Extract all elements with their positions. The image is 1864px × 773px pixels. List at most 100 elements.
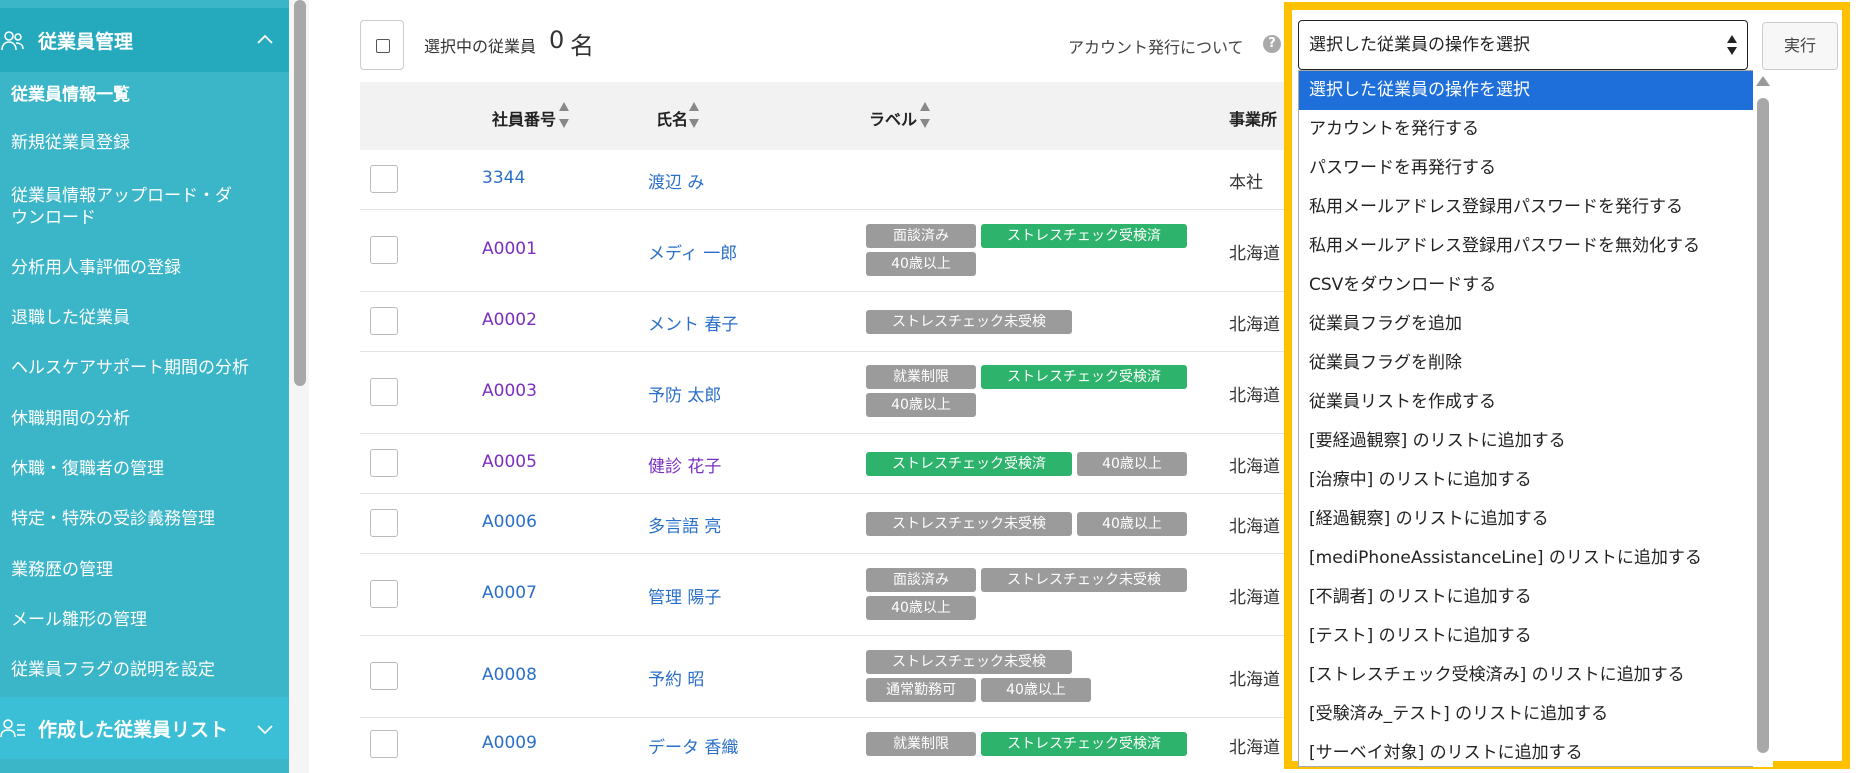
dropdown-option[interactable]: アカウントを発行する [1299, 110, 1754, 149]
employee-id-link[interactable]: A0001 [482, 239, 537, 259]
dropdown-option[interactable]: 選択した従業員の操作を選択 [1299, 71, 1754, 110]
sidebar-item-leave-management[interactable]: 休職・復職者の管理 [11, 458, 281, 480]
sidebar-item-healthcare-analysis[interactable]: ヘルスケアサポート期間の分析 [11, 357, 281, 379]
row-checkbox[interactable] [370, 378, 398, 406]
dropdown-option[interactable]: [受験済み_テスト] のリストに追加する [1299, 695, 1754, 734]
sidebar-item-leave-analysis[interactable]: 休職期間の分析 [11, 408, 281, 430]
label-badge: ストレスチェック受検済 [981, 224, 1187, 248]
row-checkbox[interactable] [370, 662, 398, 690]
employee-name-link[interactable]: メディ 一郎 [648, 239, 737, 264]
label-badge: 40歳以上 [981, 678, 1091, 702]
selected-count: 0 [549, 26, 565, 54]
dropdown-option[interactable]: [mediPhoneAssistanceLine] のリストに追加する [1299, 539, 1754, 578]
label-badge: ストレスチェック未受検 [981, 568, 1187, 592]
employee-name-link[interactable]: 予防 太郎 [648, 381, 721, 406]
scroll-up-arrow-icon[interactable] [1755, 74, 1771, 88]
dropdown-option[interactable]: 私用メールアドレス登録用パスワードを発行する [1299, 188, 1754, 227]
employee-id-link[interactable]: A0003 [482, 381, 537, 401]
office-cell: 北海道 [1229, 244, 1280, 264]
sidebar-section-created-lists[interactable]: 作成した従業員リスト [0, 697, 289, 759]
row-checkbox[interactable] [370, 730, 398, 758]
office-cell: 北海道 [1229, 457, 1280, 477]
sidebar: 従業員管理 従業員情報一覧 新規従業員登録 従業員情報アップロード・ダウンロード… [0, 0, 289, 773]
sidebar-item-flag-description[interactable]: 従業員フラグの説明を設定 [11, 659, 281, 681]
chevron-up-icon [257, 34, 273, 44]
dropdown-option[interactable]: [サーベイ対象] のリストに追加する [1299, 734, 1754, 766]
dropdown-option[interactable]: [経過観察] のリストに追加する [1299, 500, 1754, 539]
dropdown-option[interactable]: [ストレスチェック受検済み] のリストに追加する [1299, 656, 1754, 695]
dropdown-option[interactable]: CSVをダウンロードする [1299, 266, 1754, 305]
employee-name-link[interactable]: 健診 花子 [648, 452, 721, 477]
select-all-checkbox[interactable] [360, 20, 404, 70]
sidebar-item-special-exam[interactable]: 特定・特殊の受診義務管理 [11, 508, 281, 530]
column-header-label: ラベル [869, 110, 918, 129]
employee-name-link[interactable]: 多言語 亮 [648, 512, 721, 537]
dropdown-option[interactable]: 私用メールアドレス登録用パスワードを無効化する [1299, 227, 1754, 266]
label-badge: 通常勤務可 [866, 678, 976, 702]
employee-id-link[interactable]: A0002 [482, 310, 537, 330]
employee-name-link[interactable]: メント 春子 [648, 310, 738, 335]
employee-id-link[interactable]: A0009 [482, 733, 537, 753]
row-checkbox[interactable] [370, 580, 398, 608]
help-icon[interactable]: ? [1263, 35, 1281, 53]
row-checkbox[interactable] [370, 307, 398, 335]
label-badge: ストレスチェック未受検 [866, 512, 1072, 536]
employee-id-link[interactable]: A0006 [482, 512, 537, 532]
employee-id-link[interactable]: A0007 [482, 583, 537, 603]
office-cell: 北海道 [1229, 738, 1280, 758]
employee-id-link[interactable]: 3344 [482, 168, 525, 188]
employee-name-link[interactable]: 渡辺 み [648, 168, 704, 193]
operation-select[interactable]: 選択した従業員の操作を選択 [1298, 20, 1748, 70]
sidebar-item-hr-evaluation[interactable]: 分析用人事評価の登録 [11, 257, 281, 279]
sidebar-item-upload-download[interactable]: 従業員情報アップロード・ダウンロード [11, 185, 241, 229]
list-people-icon [0, 719, 25, 738]
dropdown-option[interactable]: 従業員フラグを削除 [1299, 344, 1754, 383]
sidebar-item-new-employee[interactable]: 新規従業員登録 [11, 132, 281, 154]
employee-name-link[interactable]: 予約 昭 [648, 665, 704, 690]
sidebar-item-mail-template[interactable]: メール雛形の管理 [11, 609, 281, 631]
label-badge: 40歳以上 [1077, 512, 1187, 536]
sidebar-section-label: 作成した従業員リスト [38, 718, 229, 741]
dropdown-option[interactable]: [治療中] のリストに追加する [1299, 461, 1754, 500]
run-button[interactable]: 実行 [1762, 22, 1838, 70]
chevron-down-icon [257, 725, 273, 735]
label-badge: ストレスチェック受検済 [866, 452, 1072, 476]
dropdown-option[interactable]: 従業員フラグを追加 [1299, 305, 1754, 344]
operation-select-value: 選択した従業員の操作を選択 [1309, 35, 1530, 55]
sidebar-item-retired[interactable]: 退職した従業員 [11, 307, 281, 329]
dropdown-option[interactable]: [不調者] のリストに追加する [1299, 578, 1754, 617]
sidebar-scrollbar-thumb[interactable] [294, 0, 306, 386]
people-icon [1, 31, 24, 51]
label-badge: 40歳以上 [866, 393, 976, 417]
employee-name-link[interactable]: 管理 陽子 [648, 583, 721, 608]
office-cell: 北海道 [1229, 315, 1280, 335]
label-badge: 就業制限 [866, 732, 976, 756]
account-issue-info-link[interactable]: アカウント発行について [1068, 34, 1244, 58]
row-checkbox[interactable] [370, 509, 398, 537]
row-checkbox[interactable] [370, 165, 398, 193]
dropdown-option[interactable]: [テスト] のリストに追加する [1299, 617, 1754, 656]
dropdown-option[interactable]: 従業員リストを作成する [1299, 383, 1754, 422]
dropdown-option[interactable]: [要経過観察] のリストに追加する [1299, 422, 1754, 461]
label-badge: 面談済み [866, 224, 976, 248]
row-checkbox[interactable] [370, 449, 398, 477]
dropdown-option[interactable]: パスワードを再発行する [1299, 149, 1754, 188]
sort-icon[interactable] [558, 98, 570, 132]
label-badge: ストレスチェック受検済 [981, 732, 1187, 756]
row-checkbox[interactable] [370, 236, 398, 264]
sort-icon[interactable] [688, 98, 700, 132]
sort-icon[interactable] [919, 98, 931, 132]
sidebar-item-work-history[interactable]: 業務歴の管理 [11, 559, 281, 581]
sidebar-section-employee-management[interactable]: 従業員管理 [0, 8, 289, 72]
employee-id-link[interactable]: A0008 [482, 665, 537, 685]
employee-name-link[interactable]: データ 香織 [648, 733, 738, 758]
label-badge: 40歳以上 [866, 596, 976, 620]
column-header-employee-id: 社員番号 [492, 110, 557, 129]
sidebar-section-label: 従業員管理 [38, 30, 134, 53]
dropdown-scrollbar-thumb[interactable] [1757, 98, 1769, 753]
sidebar-item-employee-list[interactable]: 従業員情報一覧 [11, 84, 281, 106]
office-cell: 本社 [1229, 173, 1263, 193]
label-badge: ストレスチェック未受検 [866, 650, 1072, 674]
office-cell: 北海道 [1229, 670, 1280, 690]
employee-id-link[interactable]: A0005 [482, 452, 537, 472]
